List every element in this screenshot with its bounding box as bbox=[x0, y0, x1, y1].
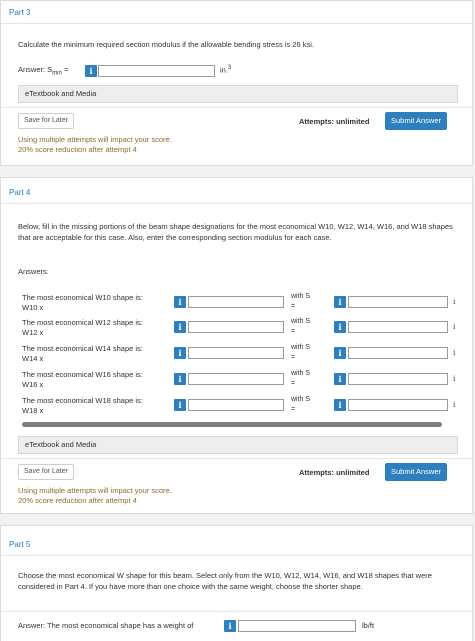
part3-title: Part 3 bbox=[9, 8, 31, 17]
part3-submit-answer-button[interactable]: Submit Answer bbox=[385, 112, 448, 130]
answer-label-eq: = bbox=[61, 65, 69, 74]
w10-row-label: The most economical W10 shape is: W10 x bbox=[22, 293, 172, 312]
part5-divider-2 bbox=[1, 611, 472, 612]
with-s-text: with S bbox=[291, 293, 311, 300]
part3-divider-2 bbox=[1, 107, 472, 108]
w16-row-label: The most economical W16 shape is: W16 x bbox=[22, 370, 172, 389]
horizontal-scrollbar[interactable] bbox=[22, 422, 442, 427]
with-s-label: with S = bbox=[291, 343, 319, 362]
info-icon[interactable]: i bbox=[334, 373, 346, 385]
with-s-eq: = bbox=[291, 302, 296, 310]
part3-save-for-later-button[interactable]: Save for Later bbox=[18, 113, 74, 129]
w14-modulus-input[interactable] bbox=[348, 347, 448, 359]
info-icon[interactable]: i bbox=[174, 347, 186, 359]
info-icon[interactable]: i bbox=[174, 321, 186, 333]
part4-title: Part 4 bbox=[9, 188, 31, 197]
part5-panel: Part 5 Choose the most economical W shap… bbox=[0, 525, 473, 641]
part3-warning-line1: Using multiple attempts will impact your… bbox=[18, 135, 172, 144]
part4-divider bbox=[1, 203, 472, 204]
w10-weight-input[interactable] bbox=[188, 296, 284, 308]
w16-modulus-input[interactable] bbox=[348, 373, 448, 385]
section-modulus-input[interactable] bbox=[98, 65, 215, 77]
part5-divider bbox=[1, 555, 472, 556]
info-icon[interactable]: i bbox=[334, 347, 346, 359]
with-s-text: with S bbox=[291, 344, 311, 351]
row-line1: The most economical W18 shape is: bbox=[22, 396, 143, 405]
part3-unit: in.3 bbox=[220, 65, 231, 75]
part4-warning-line2: 20% score reduction after attempt 4 bbox=[18, 496, 137, 505]
part3-warning-line2: 20% score reduction after attempt 4 bbox=[18, 145, 137, 154]
info-icon[interactable]: i bbox=[334, 399, 346, 411]
w12-modulus-input[interactable] bbox=[348, 321, 448, 333]
w12-row-label: The most economical W12 shape is: W12 x bbox=[22, 318, 172, 337]
row-line2: W10 x bbox=[22, 302, 44, 312]
with-s-label: with S = bbox=[291, 369, 319, 388]
row-line2: W16 x bbox=[22, 379, 44, 389]
w18-row-label: The most economical W18 shape is: W18 x bbox=[22, 396, 172, 415]
row-line1: The most economical W16 shape is: bbox=[22, 370, 143, 379]
part4-save-for-later-button[interactable]: Save for Later bbox=[18, 464, 74, 480]
part4-submit-answer-button[interactable]: Submit Answer bbox=[385, 463, 448, 481]
part3-etextbook-bar[interactable]: eTextbook and Media bbox=[18, 85, 458, 103]
part3-divider bbox=[1, 23, 472, 24]
part3-prompt: Calculate the minimum required section m… bbox=[18, 40, 314, 49]
info-icon[interactable]: i bbox=[334, 296, 346, 308]
info-icon[interactable]: i bbox=[174, 399, 186, 411]
trailing-info-icon[interactable]: i bbox=[453, 400, 455, 409]
row-line1: The most economical W10 shape is: bbox=[22, 293, 143, 302]
row-line2: W14 x bbox=[22, 353, 44, 363]
row-line1: The most economical W14 shape is: bbox=[22, 344, 143, 353]
part5-prompt: Choose the most economical W shape for t… bbox=[18, 571, 432, 591]
part3-answer-label: Answer: Smin = bbox=[18, 65, 68, 77]
answer-label-sub: min bbox=[52, 70, 62, 77]
with-s-text: with S bbox=[291, 318, 311, 325]
part3-panel: Part 3 Calculate the minimum required se… bbox=[0, 0, 473, 166]
part4-answers-label: Answers: bbox=[18, 267, 49, 276]
info-icon[interactable]: i bbox=[334, 321, 346, 333]
row-line2: W12 x bbox=[22, 327, 44, 337]
with-s-label: with S = bbox=[291, 292, 319, 311]
info-icon[interactable]: i bbox=[174, 373, 186, 385]
trailing-info-icon[interactable]: i bbox=[453, 374, 455, 383]
info-icon[interactable]: i bbox=[85, 65, 97, 77]
part5-title: Part 5 bbox=[9, 540, 31, 549]
w14-row-label: The most economical W14 shape is: W14 x bbox=[22, 344, 172, 363]
w16-weight-input[interactable] bbox=[188, 373, 284, 385]
row-line2: W18 x bbox=[22, 405, 44, 415]
row-line1: The most economical W12 shape is: bbox=[22, 318, 143, 327]
part4-panel: Part 4 Below, fill in the missing portio… bbox=[0, 177, 473, 514]
part5-answer-label: Answer: The most economical shape has a … bbox=[18, 621, 194, 630]
part4-prompt: Below, fill in the missing portions of t… bbox=[18, 222, 453, 242]
w14-weight-input[interactable] bbox=[188, 347, 284, 359]
answer-label-text: Answer: S bbox=[18, 65, 53, 74]
part5-unit: lb/ft bbox=[362, 621, 375, 630]
with-s-eq: = bbox=[291, 379, 296, 387]
with-s-label: with S = bbox=[291, 317, 319, 336]
unit-text: in. bbox=[220, 65, 228, 75]
part4-divider-2 bbox=[1, 458, 472, 459]
info-icon[interactable]: i bbox=[174, 296, 186, 308]
w18-weight-input[interactable] bbox=[188, 399, 284, 411]
trailing-info-icon[interactable]: i bbox=[453, 322, 455, 331]
weight-input[interactable] bbox=[238, 620, 356, 632]
part4-warning-line1: Using multiple attempts will impact your… bbox=[18, 486, 172, 495]
trailing-info-icon[interactable]: i bbox=[453, 297, 455, 306]
with-s-eq: = bbox=[291, 327, 296, 335]
with-s-text: with S bbox=[291, 396, 311, 403]
part3-attempts-label: Attempts: unlimited bbox=[299, 117, 370, 126]
with-s-eq: = bbox=[291, 353, 296, 361]
with-s-text: with S bbox=[291, 370, 311, 377]
w18-modulus-input[interactable] bbox=[348, 399, 448, 411]
with-s-label: with S = bbox=[291, 395, 319, 414]
unit-sup: 3 bbox=[227, 65, 232, 71]
w12-weight-input[interactable] bbox=[188, 321, 284, 333]
w10-modulus-input[interactable] bbox=[348, 296, 448, 308]
part4-etextbook-bar[interactable]: eTextbook and Media bbox=[18, 436, 458, 454]
with-s-eq: = bbox=[291, 405, 296, 413]
info-icon[interactable]: i bbox=[224, 620, 236, 632]
part4-attempts-label: Attempts: unlimited bbox=[299, 468, 370, 477]
trailing-info-icon[interactable]: i bbox=[453, 348, 455, 357]
